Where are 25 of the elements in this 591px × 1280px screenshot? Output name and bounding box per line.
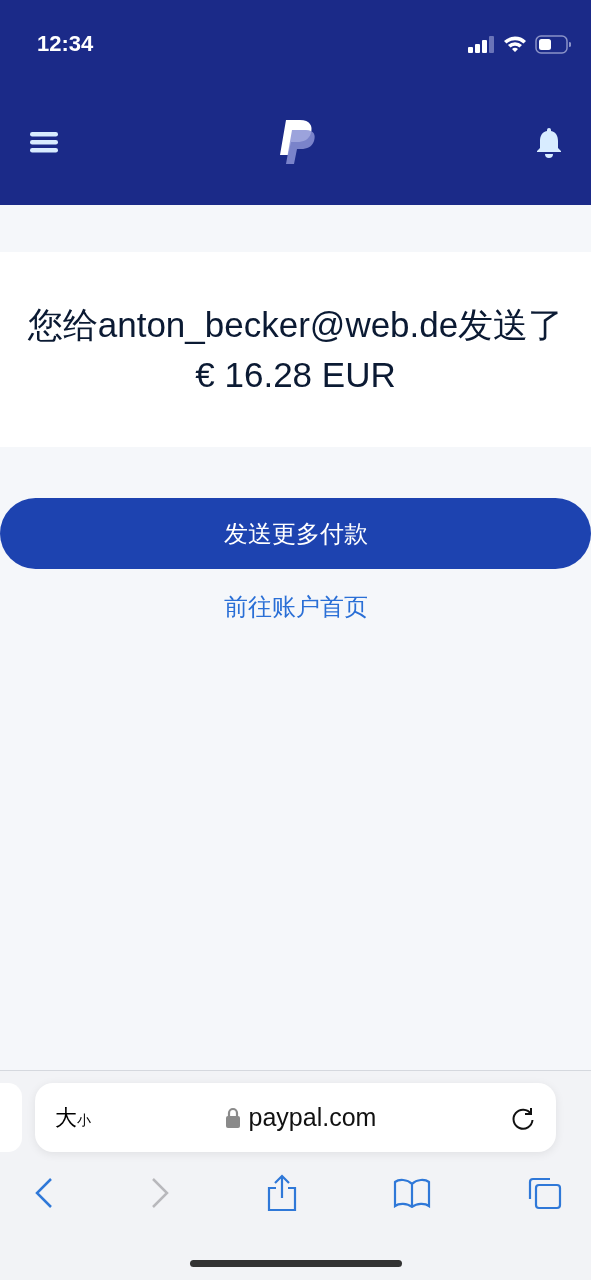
wifi-icon — [503, 35, 527, 53]
battery-icon — [535, 34, 571, 54]
status-time: 12:34 — [37, 31, 94, 57]
share-button[interactable] — [265, 1174, 298, 1212]
bell-icon — [535, 125, 563, 158]
menu-icon — [28, 129, 60, 154]
payment-confirmation: 您给anton_becker@web.de发送了€ 16.28 EUR — [26, 303, 565, 396]
share-icon — [265, 1174, 298, 1212]
send-more-button[interactable]: 发送更多付款 — [0, 498, 591, 569]
text-size-button[interactable]: 大小 — [55, 1102, 91, 1133]
account-home-link[interactable]: 前往账户首页 — [223, 591, 368, 623]
tabs-button[interactable] — [527, 1176, 563, 1210]
signal-icon — [468, 35, 495, 53]
menu-button[interactable] — [28, 129, 60, 154]
bookmarks-button[interactable] — [393, 1178, 432, 1208]
back-button[interactable] — [34, 1177, 54, 1209]
lock-icon — [224, 1106, 241, 1129]
forward-icon — [149, 1177, 170, 1209]
url-text: paypal.com — [248, 1103, 377, 1132]
address-bar[interactable]: 大小 paypal.com — [35, 1083, 556, 1152]
book-icon — [393, 1178, 432, 1208]
logo-icon — [277, 117, 318, 166]
tabs-icon — [527, 1176, 563, 1210]
back-icon — [34, 1177, 54, 1209]
notifications-button[interactable] — [535, 125, 563, 158]
